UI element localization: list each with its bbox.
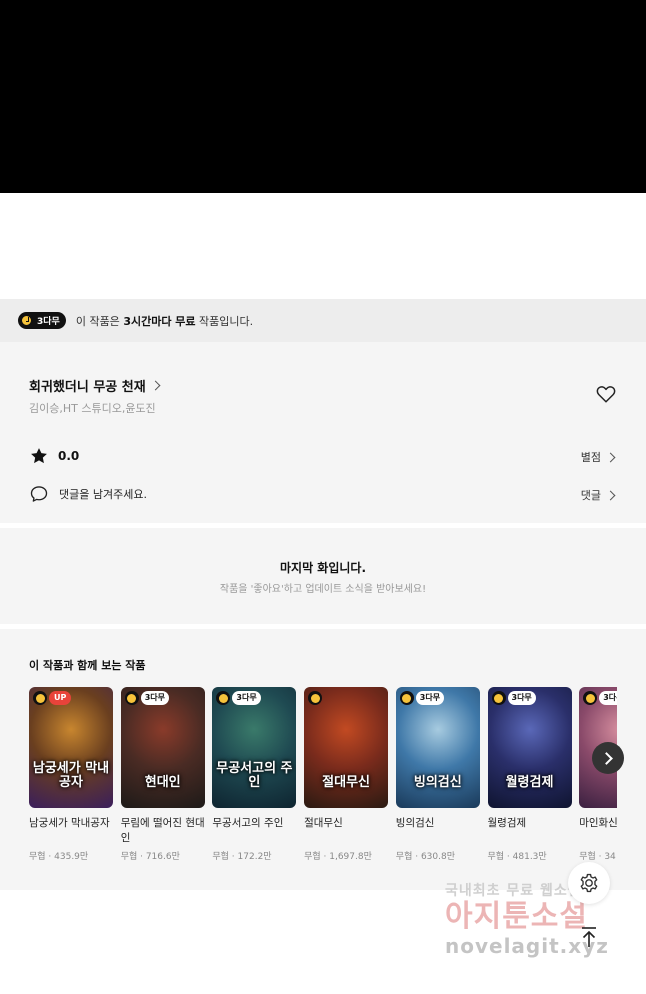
clock-icon	[583, 691, 598, 705]
recommend-heading: 이 작품과 함께 보는 작품	[29, 659, 146, 672]
recommend-card-title: 무림에 떨어진 현대인	[120, 817, 205, 844]
clock-icon	[20, 314, 33, 327]
chevron-right-icon	[605, 452, 616, 462]
recommend-card[interactable]: 절대무신 절대무신 무협 · 1,697.8만	[304, 687, 389, 862]
recommend-card-meta: 무협 · 481.3만	[487, 852, 547, 862]
gear-icon	[580, 873, 598, 893]
clock-icon	[124, 691, 139, 705]
up-badge: UP	[49, 691, 72, 705]
work-title: 회귀했더니 무공 천재	[29, 380, 146, 395]
comment-icon	[30, 486, 48, 502]
recommend-card-cover-title: 절대무신	[322, 775, 371, 790]
chevron-right-icon	[605, 490, 616, 500]
free-banner-emphasis: 3시간마다 무료	[123, 314, 196, 328]
comment-prompt[interactable]: 댓글을 남겨주세요.	[29, 484, 147, 504]
scroll-top-button[interactable]	[570, 918, 608, 956]
watermark-line3: novelagit.xyz	[445, 934, 609, 958]
arrow-up-icon	[582, 927, 596, 947]
clock-icon	[399, 691, 414, 705]
recommend-card[interactable]: 남궁세가 막내공자 UP 남궁세가 막내공자무협 · 435.9만	[29, 687, 113, 862]
free-badge: 3다무	[507, 691, 536, 705]
recommend-card-title: 월령검제	[487, 817, 527, 829]
recommend-card-badges: 3다무	[491, 691, 536, 705]
free-badge: 3다무	[599, 691, 617, 705]
recommend-card[interactable]: 무공서고의 주인 3다무무공서고의 주인무협 · 172.2만	[212, 687, 297, 862]
free-badge: 3다무	[140, 691, 169, 705]
recommend-carousel: 남궁세가 막내공자 UP 남궁세가 막내공자무협 · 435.9만 현대인 3다무무림에…	[29, 687, 617, 867]
viewer-image-area	[0, 0, 646, 193]
rate-link-label: 별점	[580, 451, 601, 464]
rate-link[interactable]: 별점	[580, 449, 616, 465]
clock-icon	[216, 691, 231, 705]
recommend-card-title: 남궁세가 막내공자	[29, 817, 110, 829]
free-badge: 3다무	[415, 691, 445, 705]
recommend-card-title: 빙의검신	[395, 817, 435, 829]
star-icon	[31, 448, 47, 464]
watermark-line1: 국내최초 무료 웹소설	[445, 883, 582, 899]
comment-prompt-text: 댓글을 남겨주세요.	[59, 488, 147, 501]
recommend-card-meta: 무협 · 630.8만	[395, 852, 455, 862]
comment-link-label: 댓글	[580, 489, 601, 502]
recommend-card-badges: 3다무	[124, 691, 169, 705]
recommend-card-badges: 3다무	[399, 691, 445, 705]
chevron-right-icon	[150, 380, 161, 391]
recommend-card[interactable]: 월령검제 3다무월령검제무협 · 481.3만	[487, 687, 572, 862]
heart-icon[interactable]	[595, 383, 617, 405]
recommend-card-meta: 무협 · 716.6만	[120, 852, 180, 862]
last-episode-subtitle: 작품을 '좋아요'하고 업데이트 소식을 받아보세요!	[219, 584, 427, 595]
rating-row: 0.0	[29, 446, 79, 466]
clock-icon	[33, 691, 47, 705]
recommend-card-cover: 남궁세가 막내공자 UP	[29, 687, 113, 808]
recommend-card-title: 무공서고의 주인	[212, 817, 284, 829]
free-badge: 3다무	[232, 691, 261, 705]
recommend-card-badges: 3다무	[216, 691, 261, 705]
recommend-card-meta: 무협 · 34	[579, 852, 616, 862]
clock-icon	[308, 691, 323, 705]
recommend-card-cover: 월령검제 3다무	[487, 687, 572, 808]
recommend-card-title: 마인화신	[579, 817, 617, 829]
free-badge: 3다무	[18, 312, 66, 329]
recommend-card-cover: 무공서고의 주인 3다무	[212, 687, 297, 808]
free-banner: 3다무 이 작품은 3시간마다 무료 작품입니다.	[0, 299, 646, 342]
chevron-right-icon	[600, 751, 613, 765]
recommend-card-cover: 절대무신	[304, 687, 389, 808]
watermark-line2: 아지툰소설	[445, 899, 588, 934]
comment-link[interactable]: 댓글	[580, 487, 616, 503]
recommend-card-meta: 무협 · 435.9만	[29, 852, 89, 862]
recommend-card-badges: UP	[33, 691, 72, 705]
divider	[0, 523, 646, 528]
free-banner-prefix: 이 작품은	[75, 314, 124, 328]
divider	[0, 624, 646, 629]
free-banner-suffix: 작품입니다.	[195, 314, 254, 328]
recommend-card[interactable]: 현대인 3다무무림에 떨어진 현대인무협 · 716.6만	[120, 687, 205, 862]
watermark: 국내최초 무료 웹소설 아지툰소설 novelagit.xyz	[445, 880, 645, 958]
free-badge-label: 3다무	[37, 317, 60, 327]
recommend-card-cover: 빙의검신 3다무	[395, 687, 480, 808]
recommend-card-cover-title: 빙의검신	[413, 775, 462, 790]
recommend-card-meta: 무협 · 172.2만	[212, 852, 272, 862]
recommend-card[interactable]: 3다무마인화신무협 · 34	[579, 687, 617, 862]
settings-button[interactable]	[568, 862, 610, 904]
recommend-card-cover-title: 남궁세가 막내공자	[32, 761, 110, 790]
last-episode-title: 마지막 화입니다.	[279, 561, 367, 575]
recommend-card-cover-title: 월령검제	[505, 775, 554, 790]
recommend-card-cover-title: 무공서고의 주인	[216, 761, 293, 790]
work-title-link[interactable]: 회귀했더니 무공 천재	[29, 376, 161, 395]
clock-icon	[491, 691, 506, 705]
rating-value: 0.0	[58, 449, 80, 463]
recommend-card-meta: 무협 · 1,697.8만	[304, 852, 372, 862]
free-banner-text: 이 작품은 3시간마다 무료 작품입니다.	[76, 313, 253, 329]
recommend-card-cover-title: 현대인	[144, 775, 181, 790]
recommend-card-badges	[308, 691, 323, 705]
work-authors: 김이승,HT 스튜디오,윤도진	[29, 402, 156, 415]
recommend-card-cover: 현대인 3다무	[120, 687, 205, 808]
recommend-card-title: 절대무신	[304, 817, 343, 829]
recommend-card-badges: 3다무	[583, 691, 617, 705]
carousel-next-button[interactable]	[592, 742, 624, 774]
recommend-card[interactable]: 빙의검신 3다무빙의검신무협 · 630.8만	[395, 687, 480, 862]
